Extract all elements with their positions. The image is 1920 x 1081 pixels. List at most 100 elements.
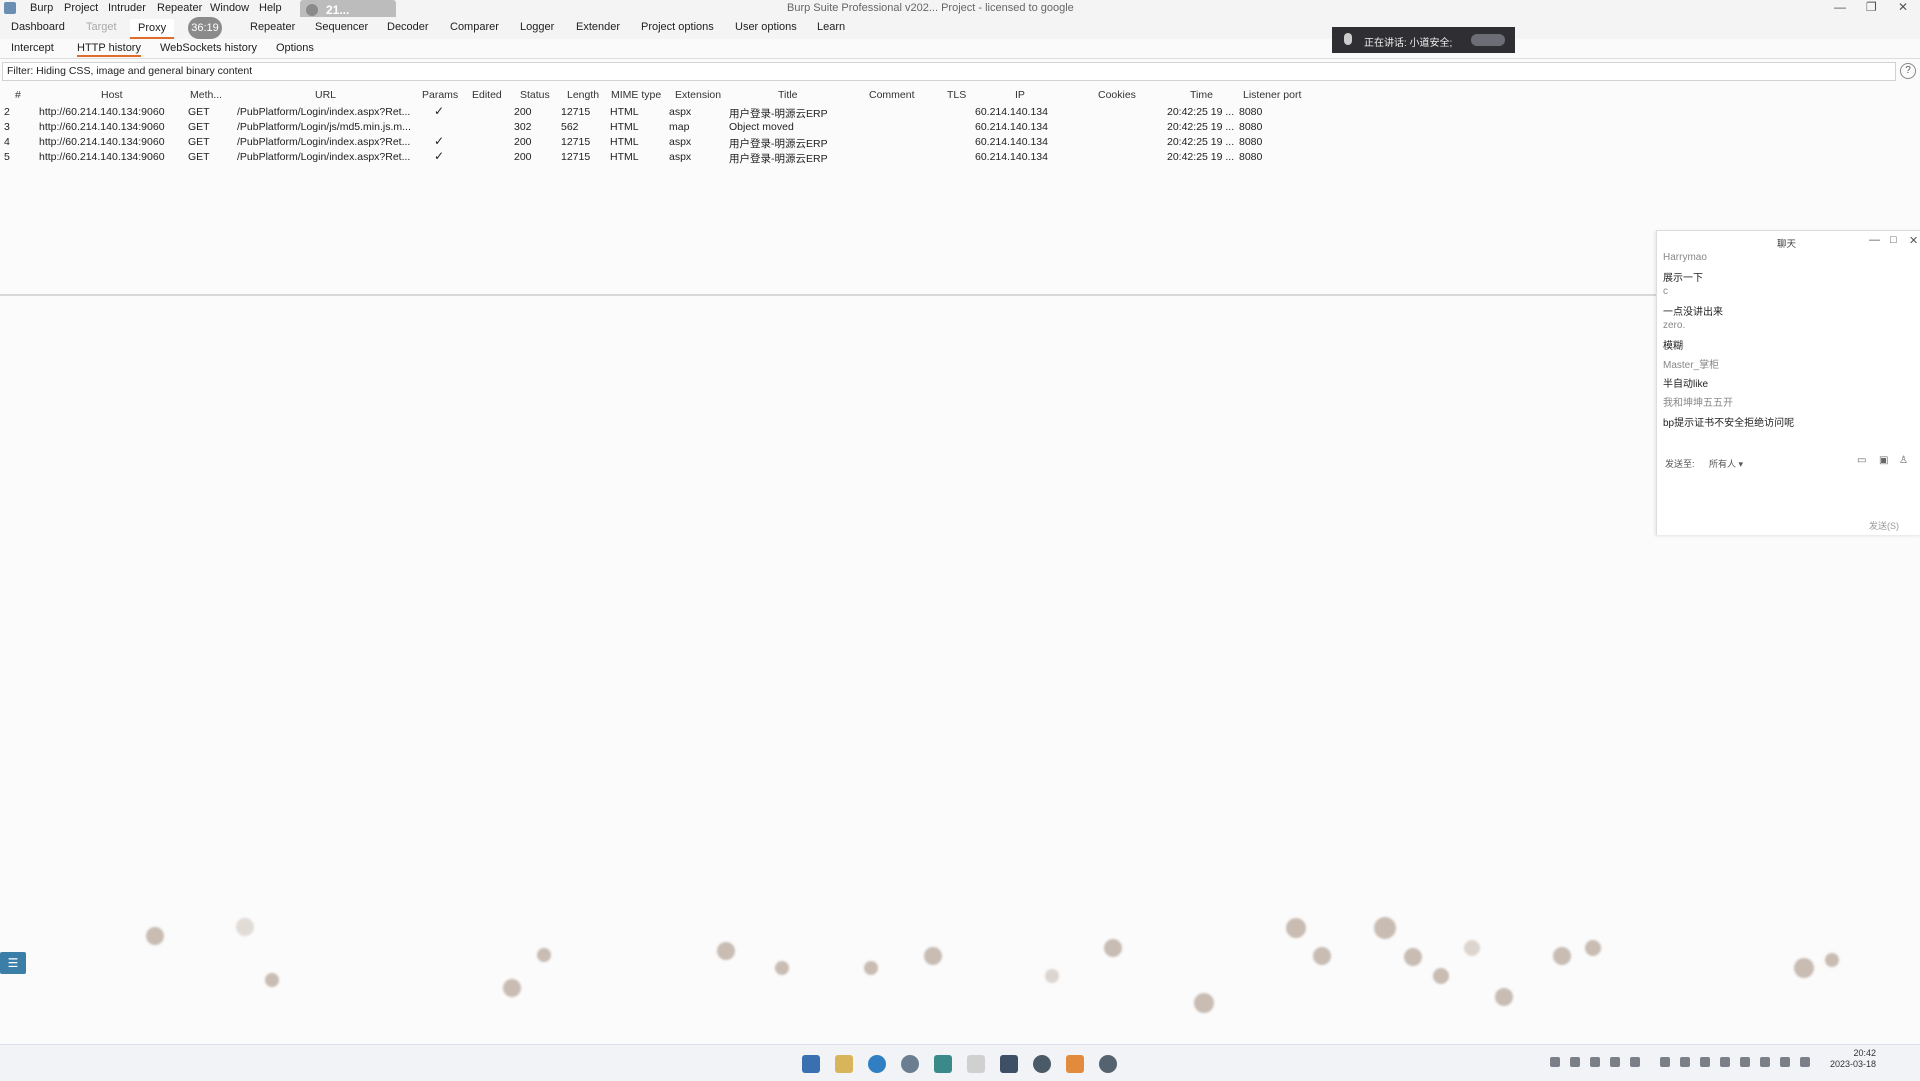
col-mime-type[interactable]: MIME type <box>611 89 661 101</box>
col-title[interactable]: Title <box>778 89 797 101</box>
tab-comparer[interactable]: Comparer <box>450 21 499 33</box>
blob-artifact <box>864 961 878 975</box>
menu-repeater[interactable]: Repeater <box>157 2 202 14</box>
col-params[interactable]: Params <box>422 89 458 101</box>
settings-icon[interactable] <box>1099 1055 1117 1073</box>
tab-dashboard[interactable]: Dashboard <box>11 21 65 33</box>
chat-sender: 我和坤坤五五开 <box>1663 398 1733 409</box>
col-listener-port[interactable]: Listener port <box>1243 89 1301 101</box>
file-icon[interactable]: ▭ <box>1857 455 1866 466</box>
cell-mime: HTML <box>610 151 639 163</box>
col-host[interactable]: Host <box>101 89 123 101</box>
speaking-text: 正在讲话: 小道安全; <box>1364 38 1453 49</box>
tab-repeater[interactable]: Repeater <box>250 21 295 33</box>
send-to-label: 发送至: <box>1665 459 1695 469</box>
edge-icon[interactable] <box>868 1055 886 1073</box>
tab-http-history[interactable]: HTTP history <box>77 42 141 57</box>
col-time[interactable]: Time <box>1190 89 1213 101</box>
burp-suite-icon[interactable] <box>1066 1055 1084 1073</box>
terminal-icon[interactable] <box>967 1055 985 1073</box>
volume-icon[interactable] <box>1800 1057 1810 1067</box>
tray-icon[interactable] <box>1680 1057 1690 1067</box>
cell-port: 8080 <box>1239 136 1263 148</box>
tray-icon[interactable] <box>1780 1057 1790 1067</box>
window-title: Burp Suite Professional v202... Project … <box>787 2 1074 14</box>
table-row[interactable]: 4 http://60.214.140.134:9060 GET /PubPla… <box>0 134 1330 150</box>
cell-params: ✓ <box>434 104 445 118</box>
chrome-icon[interactable] <box>1033 1055 1051 1073</box>
photos-icon[interactable] <box>1000 1055 1018 1073</box>
tab-sequencer[interactable]: Sequencer <box>315 21 368 33</box>
help-icon[interactable]: ? <box>1900 63 1916 79</box>
menu-window[interactable]: Window <box>210 2 249 14</box>
app-icon[interactable] <box>934 1055 952 1073</box>
tab-extender[interactable]: Extender <box>576 21 620 33</box>
col-tls[interactable]: TLS <box>947 89 966 101</box>
restore-icon[interactable]: ❐ <box>1866 0 1877 14</box>
table-row[interactable]: 5 http://60.214.140.134:9060 GET /PubPla… <box>0 149 1330 165</box>
col-edited[interactable]: Edited <box>472 89 502 101</box>
tray-icon[interactable] <box>1550 1057 1560 1067</box>
tab-project-options[interactable]: Project options <box>641 21 714 33</box>
tab-target[interactable]: Target <box>86 21 117 33</box>
tab-websockets-history[interactable]: WebSockets history <box>160 42 257 54</box>
tab-learn[interactable]: Learn <box>817 21 845 33</box>
minimize-icon[interactable]: — <box>1834 0 1846 14</box>
menu-intruder[interactable]: Intruder <box>108 2 146 14</box>
menu-list-icon[interactable]: ☰ <box>0 952 26 974</box>
table-row[interactable]: 2 http://60.214.140.134:9060 GET /PubPla… <box>0 104 1330 120</box>
cell-ip: 60.214.140.134 <box>975 136 1048 148</box>
chat-panel: 聊天 — □ ✕ Harrymao 展示一下 c 一点没讲出来 zero. 模糊… <box>1656 230 1920 535</box>
tab-logger[interactable]: Logger <box>520 21 554 33</box>
tray-icon[interactable] <box>1610 1057 1620 1067</box>
tray-icon[interactable] <box>1740 1057 1750 1067</box>
send-button[interactable]: 发送(S) <box>1869 519 1899 532</box>
main-tabs: Dashboard Target Proxy Repeater Sequence… <box>0 17 1920 39</box>
tray-icon[interactable] <box>1760 1057 1770 1067</box>
col-length[interactable]: Length <box>567 89 599 101</box>
filter-bar[interactable]: Filter: Hiding CSS, image and general bi… <box>2 62 1896 81</box>
split-pane-divider[interactable] <box>0 294 1660 296</box>
menu-help[interactable]: Help <box>259 2 282 14</box>
tray-icon[interactable] <box>1720 1057 1730 1067</box>
file-explorer-icon[interactable] <box>835 1055 853 1073</box>
table-row[interactable]: 3 http://60.214.140.134:9060 GET /PubPla… <box>0 120 1330 135</box>
menu-project[interactable]: Project <box>64 2 98 14</box>
proxy-sub-tabs: Intercept HTTP history WebSockets histor… <box>0 39 1920 59</box>
cell-port: 8080 <box>1239 106 1263 118</box>
menu-burp[interactable]: Burp <box>30 2 53 14</box>
user-icon[interactable]: ♙ <box>1899 455 1908 466</box>
col-cookies[interactable]: Cookies <box>1098 89 1136 101</box>
close-icon[interactable]: ✕ <box>1898 0 1908 14</box>
blob-artifact <box>1825 953 1839 967</box>
col-ip[interactable]: IP <box>1015 89 1025 101</box>
tray-icon[interactable] <box>1590 1057 1600 1067</box>
col-url[interactable]: URL <box>315 89 336 101</box>
cell-title: 用户登录-明源云ERP <box>729 108 828 120</box>
send-to-select[interactable]: 所有人 ▾ <box>1709 457 1743 470</box>
close-icon[interactable]: ✕ <box>1909 234 1918 247</box>
cell-time: 20:42:25 19 ... <box>1167 106 1235 118</box>
screenshot-icon[interactable]: ▣ <box>1879 455 1888 466</box>
tray-icon[interactable] <box>1700 1057 1710 1067</box>
tab-intercept[interactable]: Intercept <box>11 42 54 54</box>
col-extension[interactable]: Extension <box>675 89 721 101</box>
system-clock[interactable]: 20:42 2023-03-18 <box>1830 1048 1876 1070</box>
tab-options[interactable]: Options <box>276 42 314 54</box>
maximize-icon[interactable]: □ <box>1890 234 1897 246</box>
tray-icon[interactable] <box>1660 1057 1670 1067</box>
tray-icon[interactable] <box>1570 1057 1580 1067</box>
minimize-icon[interactable]: — <box>1869 234 1880 246</box>
browser-icon[interactable] <box>901 1055 919 1073</box>
tab-decoder[interactable]: Decoder <box>387 21 429 33</box>
col-comment[interactable]: Comment <box>869 89 915 101</box>
col-method[interactable]: Meth... <box>190 89 222 101</box>
start-icon[interactable] <box>802 1055 820 1073</box>
tab-proxy[interactable]: Proxy <box>130 19 175 39</box>
tab-user-options[interactable]: User options <box>735 21 797 33</box>
tray-icon[interactable] <box>1630 1057 1640 1067</box>
blob-artifact <box>1794 958 1814 978</box>
cell-extension: aspx <box>669 136 692 148</box>
col-status[interactable]: Status <box>520 89 550 101</box>
col-num[interactable]: # <box>15 89 21 101</box>
